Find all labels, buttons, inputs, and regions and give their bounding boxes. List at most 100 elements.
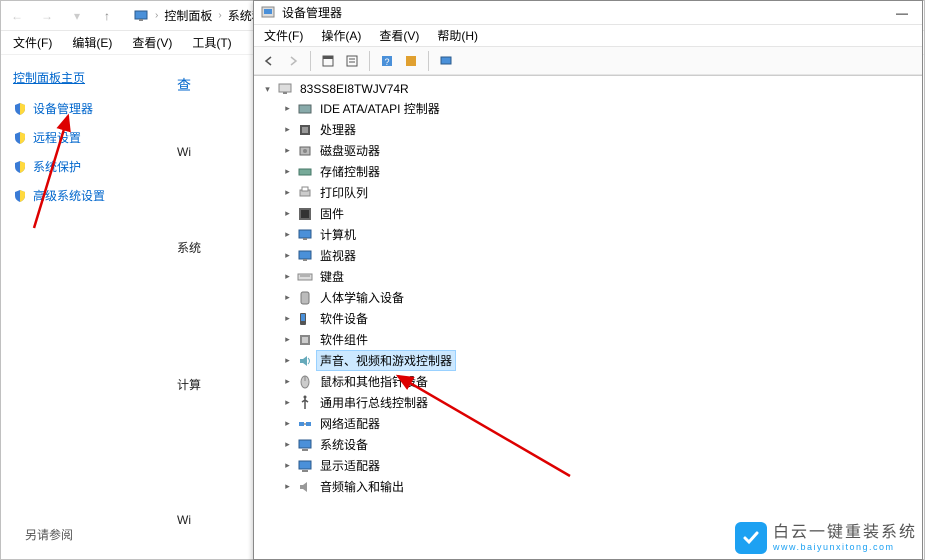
menu-action[interactable]: 操作(A) xyxy=(317,25,365,46)
sound-icon xyxy=(297,353,313,369)
tree-root-label: 83SS8EI8TWJV74R xyxy=(297,81,412,97)
nav-back-button[interactable]: ← xyxy=(5,4,29,28)
watermark-text: 白云一键重装系统 xyxy=(773,523,917,542)
expand-icon[interactable]: ▸ xyxy=(282,250,293,261)
toolbar-button[interactable] xyxy=(400,50,422,72)
expand-icon[interactable]: ▸ xyxy=(282,376,293,387)
watermark-url: www.baiyunxitong.com xyxy=(773,542,917,553)
expand-icon[interactable]: ▸ xyxy=(282,313,293,324)
tree-node-label: 固件 xyxy=(317,204,347,223)
menu-view[interactable]: 查看(V) xyxy=(128,32,176,53)
toolbar-button[interactable] xyxy=(341,50,363,72)
tree-node[interactable]: ▸通用串行总线控制器 xyxy=(282,392,914,413)
tree-node-label: 声音、视频和游戏控制器 xyxy=(317,351,455,370)
shield-icon xyxy=(13,131,27,145)
tree-node[interactable]: ▸打印队列 xyxy=(282,182,914,203)
tree-node[interactable]: ▸音频输入和输出 xyxy=(282,476,914,497)
shield-icon xyxy=(13,102,27,116)
toolbar-button[interactable] xyxy=(435,50,457,72)
tree-node[interactable]: ▸ 软件组件 xyxy=(282,329,914,350)
expand-icon[interactable]: ▸ xyxy=(282,460,293,471)
toolbar-button[interactable] xyxy=(317,50,339,72)
tree-node-label: 处理器 xyxy=(317,120,359,139)
menu-tools[interactable]: 工具(T) xyxy=(188,32,235,53)
sidebar-home-link[interactable]: 控制面板主页 xyxy=(13,69,149,86)
computer-icon xyxy=(297,227,313,243)
expand-icon[interactable]: ▸ xyxy=(282,208,293,219)
sidebar-link-label: 系统保护 xyxy=(33,158,81,175)
nav-dropdown-button[interactable]: ▾ xyxy=(65,4,89,28)
expand-icon[interactable]: ▸ xyxy=(282,229,293,240)
expand-icon[interactable]: ▸ xyxy=(282,355,293,366)
tree-node[interactable]: ▸软件设备 xyxy=(282,308,914,329)
tree-node[interactable]: ▸ 计算机 xyxy=(282,224,914,245)
tree-node-label: 计算机 xyxy=(317,225,359,244)
sidebar-link-label: 高级系统设置 xyxy=(33,187,105,204)
svg-text:?: ? xyxy=(384,57,389,67)
minimize-button[interactable]: — xyxy=(888,3,916,23)
expand-icon[interactable]: ▸ xyxy=(282,439,293,450)
tree-node-label: 键盘 xyxy=(317,267,347,286)
menu-edit[interactable]: 编辑(E) xyxy=(68,32,116,53)
tree-node-label: 软件组件 xyxy=(317,330,371,349)
computer-icon xyxy=(133,8,149,24)
tree-node-label: 存储控制器 xyxy=(317,162,383,181)
sidebar-link-protection[interactable]: 系统保护 xyxy=(13,158,149,175)
show-hidden-icon xyxy=(321,54,335,68)
tree-node[interactable]: ▸ 监视器 xyxy=(282,245,914,266)
toolbar-button[interactable]: ? xyxy=(376,50,398,72)
sidebar-link-label: 远程设置 xyxy=(33,129,81,146)
tree-node[interactable]: ▸ 声音、视频和游戏控制器 xyxy=(282,350,914,371)
expand-icon[interactable]: ▸ xyxy=(282,418,293,429)
menu-file[interactable]: 文件(F) xyxy=(260,25,307,46)
tree-node[interactable]: ▸ 存储控制器 xyxy=(282,161,914,182)
expand-icon[interactable]: ▸ xyxy=(282,124,293,135)
tree-node[interactable]: ▸网络适配器 xyxy=(282,413,914,434)
tree-node-label: 系统设备 xyxy=(317,435,371,454)
tree-node-label: 磁盘驱动器 xyxy=(317,141,383,160)
sidebar-link-device-manager[interactable]: 设备管理器 xyxy=(13,100,149,117)
keyboard-icon xyxy=(297,269,313,285)
nav-forward-button[interactable]: → xyxy=(35,4,59,28)
tree-node-label: 监视器 xyxy=(317,246,359,265)
watermark-logo-icon xyxy=(735,522,767,554)
front-menubar: 文件(F) 操作(A) 查看(V) 帮助(H) xyxy=(254,25,922,47)
menu-view[interactable]: 查看(V) xyxy=(375,25,423,46)
nav-up-button[interactable]: ↑ xyxy=(95,4,119,28)
menu-help[interactable]: 帮助(H) xyxy=(433,25,482,46)
sidebar-link-remote[interactable]: 远程设置 xyxy=(13,129,149,146)
expand-icon[interactable]: ▸ xyxy=(282,481,293,492)
system-icon xyxy=(297,437,313,453)
sidebar-link-advanced[interactable]: 高级系统设置 xyxy=(13,187,149,204)
tree-node[interactable]: ▸ 磁盘驱动器 xyxy=(282,140,914,161)
expand-icon[interactable]: ▸ xyxy=(282,166,293,177)
tree-node[interactable]: ▸ IDE ATA/ATAPI 控制器 xyxy=(282,98,914,119)
device-tree[interactable]: ▾ 83SS8EI8TWJV74R ▸ IDE ATA/ATAPI 控制器 ▸ 处理器… xyxy=(254,75,922,559)
tree-node-label: IDE ATA/ATAPI 控制器 xyxy=(317,99,443,118)
expand-icon[interactable]: ▸ xyxy=(282,334,293,345)
expand-icon[interactable]: ▸ xyxy=(282,187,293,198)
expand-icon[interactable]: ▸ xyxy=(282,103,293,114)
expand-icon[interactable]: ▸ xyxy=(282,397,293,408)
device-manager-window: 设备管理器 — 文件(F) 操作(A) 查看(V) 帮助(H) ? ▾ 83SS… xyxy=(253,0,923,560)
toolbar-forward-button[interactable] xyxy=(282,50,304,72)
tree-node[interactable]: ▸ 系统设备 xyxy=(282,434,914,455)
tree-node[interactable]: ▸ 固件 xyxy=(282,203,914,224)
front-titlebar: 设备管理器 — xyxy=(254,1,922,25)
usb-icon xyxy=(297,395,313,411)
disk-icon xyxy=(297,143,313,159)
expand-icon[interactable]: ▸ xyxy=(282,271,293,282)
tree-node[interactable]: ▸ 键盘 xyxy=(282,266,914,287)
properties-icon xyxy=(345,54,359,68)
breadcrumb-item[interactable]: 控制面板 xyxy=(164,7,212,24)
expand-icon[interactable]: ▸ xyxy=(282,292,293,303)
toolbar-back-button[interactable] xyxy=(258,50,280,72)
tree-node[interactable]: ▸显示适配器 xyxy=(282,455,914,476)
menu-file[interactable]: 文件(F) xyxy=(9,32,56,53)
tree-node[interactable]: ▸鼠标和其他指针设备 xyxy=(282,371,914,392)
tree-node[interactable]: ▸人体学输入设备 xyxy=(282,287,914,308)
collapse-icon[interactable]: ▾ xyxy=(262,84,273,95)
expand-icon[interactable]: ▸ xyxy=(282,145,293,156)
tree-node[interactable]: ▸ 处理器 xyxy=(282,119,914,140)
tree-root[interactable]: ▾ 83SS8EI8TWJV74R xyxy=(262,80,914,98)
